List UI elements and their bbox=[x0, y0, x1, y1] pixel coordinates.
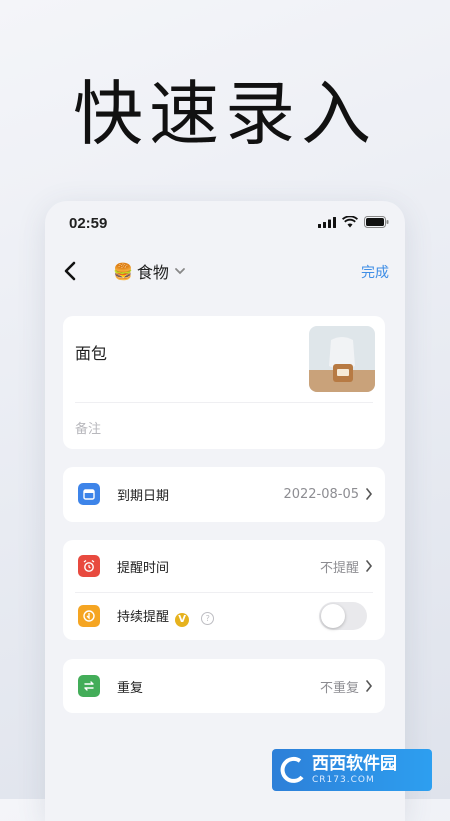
reminder-label: 提醒时间 bbox=[117, 560, 170, 576]
repeat-icon bbox=[78, 675, 100, 697]
item-photo[interactable] bbox=[309, 326, 375, 392]
chevron-down-icon bbox=[175, 268, 185, 275]
expiry-card: 到期日期 2022-08-05 bbox=[63, 467, 385, 522]
nav-bar: 🍔 食物 完成 bbox=[45, 253, 405, 289]
help-icon[interactable]: ? bbox=[201, 611, 215, 625]
toggle-knob bbox=[321, 604, 345, 628]
category-selector[interactable]: 🍔 食物 bbox=[113, 259, 187, 283]
status-time: 02:59 bbox=[69, 215, 108, 232]
repeat-card: 重复 不重复 bbox=[63, 659, 385, 713]
status-icons bbox=[318, 216, 389, 228]
reminder-card: 提醒时间 不提醒 持续提醒 V ? bbox=[63, 540, 385, 640]
phone-screen: 02:59 🍔 食物 完成 面包 备注 到期日期 2022-08-05 提醒时间… bbox=[45, 201, 405, 821]
repeat-label: 重复 bbox=[117, 680, 144, 696]
persistent-reminder-icon bbox=[78, 605, 100, 627]
persistent-label: 持续提醒 V ? bbox=[117, 606, 215, 627]
repeat-row[interactable]: 重复 不重复 bbox=[63, 660, 385, 712]
logo-mark-icon bbox=[280, 756, 304, 783]
burger-icon: 🍔 bbox=[113, 261, 133, 281]
wifi-icon bbox=[342, 216, 358, 228]
calendar-icon bbox=[78, 483, 100, 505]
expiry-date-row[interactable]: 到期日期 2022-08-05 bbox=[63, 468, 385, 520]
hero-title: 快速录入 bbox=[73, 73, 377, 155]
expiry-label: 到期日期 bbox=[117, 488, 170, 504]
divider bbox=[75, 402, 373, 403]
battery-icon bbox=[364, 216, 389, 228]
signal-icon bbox=[318, 216, 336, 228]
reminder-value: 不提醒 bbox=[319, 560, 359, 576]
done-button[interactable]: 完成 bbox=[361, 262, 389, 282]
repeat-value: 不重复 bbox=[319, 680, 359, 696]
watermark-sub: CR173.COM bbox=[312, 774, 375, 785]
persistent-toggle[interactable] bbox=[319, 602, 367, 630]
watermark-text: 西西软件园 bbox=[312, 753, 397, 774]
reminder-time-row[interactable]: 提醒时间 不提醒 bbox=[63, 540, 385, 592]
watermark-logo: 西西软件园 CR173.COM bbox=[272, 749, 432, 791]
item-card: 面包 备注 bbox=[63, 316, 385, 449]
category-label: 食物 bbox=[136, 263, 169, 282]
chevron-right-icon bbox=[366, 560, 373, 572]
chevron-right-icon bbox=[366, 488, 373, 500]
persistent-reminder-row: 持续提醒 V ? bbox=[63, 590, 385, 642]
alarm-icon bbox=[78, 555, 100, 577]
back-arrow-icon[interactable] bbox=[59, 259, 83, 283]
persistent-label-text: 持续提醒 bbox=[117, 609, 170, 625]
vip-badge: V bbox=[175, 612, 190, 627]
expiry-value: 2022-08-05 bbox=[283, 486, 359, 502]
note-input[interactable]: 备注 bbox=[75, 418, 101, 437]
item-name[interactable]: 面包 bbox=[75, 340, 107, 364]
chevron-right-icon bbox=[366, 680, 373, 692]
